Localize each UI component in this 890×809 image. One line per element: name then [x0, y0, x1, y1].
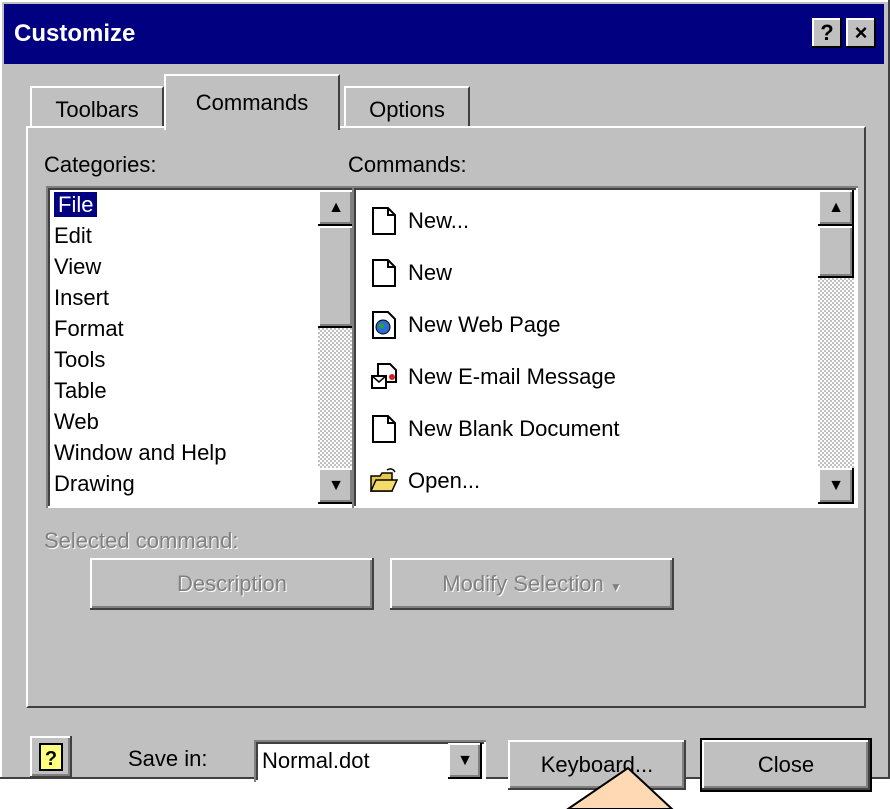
help-title-button[interactable]: ?	[812, 18, 842, 48]
command-item-new-dialog[interactable]: New...	[360, 202, 810, 240]
commands-label: Commands:	[348, 152, 467, 177]
scroll-thumb[interactable]	[318, 226, 354, 328]
tab-options-label: Options	[369, 97, 445, 122]
category-item-insert[interactable]: Insert	[54, 283, 109, 313]
selected-command-label: Selected command:	[44, 528, 239, 553]
callout-pointer	[566, 766, 674, 809]
blank-document-icon	[372, 259, 396, 287]
help-button[interactable]: ?	[30, 736, 72, 778]
save-in-label: Save in:	[128, 746, 208, 771]
web-page-icon	[372, 311, 396, 339]
scroll-up-button[interactable]: ▲	[318, 190, 354, 226]
close-title-button[interactable]: ×	[846, 18, 876, 48]
open-folder-icon	[370, 468, 398, 492]
dropdown-arrow-icon: ▼	[609, 580, 622, 594]
category-item-web[interactable]: Web	[54, 407, 99, 437]
command-label: New Web Page	[408, 312, 561, 337]
category-item-view[interactable]: View	[54, 252, 101, 282]
command-item-new[interactable]: New	[360, 254, 810, 292]
command-item-open[interactable]: Open...	[360, 462, 810, 500]
command-label: Open...	[408, 468, 481, 493]
category-item-window-and-help[interactable]: Window and Help	[54, 438, 226, 468]
save-in-select[interactable]: Normal.dot ▼	[254, 740, 486, 782]
command-label: New	[408, 260, 453, 285]
scroll-thumb[interactable]	[818, 226, 854, 278]
categories-label: Categories:	[44, 152, 157, 177]
command-item-new-web-page[interactable]: New Web Page	[360, 306, 810, 344]
email-message-icon	[371, 363, 397, 389]
commands-tab-panel: Categories: Commands: File Edit View Ins…	[26, 126, 866, 708]
commands-scrollbar[interactable]: ▲ ▼	[818, 190, 854, 504]
tab-toolbars-label: Toolbars	[55, 97, 139, 122]
svg-text:?: ?	[45, 748, 57, 770]
command-label: New...	[408, 208, 470, 233]
description-button-label: Description	[176, 571, 288, 596]
scroll-down-button[interactable]: ▼	[818, 468, 854, 504]
command-label: New E-mail Message	[408, 364, 616, 389]
customize-dialog: Customize ? × Toolbars Commands Options …	[0, 0, 890, 792]
save-in-value: Normal.dot	[262, 748, 370, 773]
command-item-new-blank-document[interactable]: New Blank Document	[360, 410, 810, 448]
blank-document-icon	[372, 415, 396, 443]
help-icon: ?	[39, 743, 63, 771]
tab-commands[interactable]: Commands	[164, 74, 340, 130]
category-item-table[interactable]: Table	[54, 376, 107, 406]
close-button[interactable]: Close	[700, 738, 872, 792]
close-button-label: Close	[757, 752, 815, 777]
scroll-up-button[interactable]: ▲	[818, 190, 854, 226]
category-item-drawing[interactable]: Drawing	[54, 469, 135, 499]
category-item-tools[interactable]: Tools	[54, 345, 105, 375]
scroll-down-button[interactable]: ▼	[318, 468, 354, 504]
categories-list[interactable]: File Edit View Insert Format Tools Table…	[46, 186, 360, 508]
categories-scrollbar[interactable]: ▲ ▼	[318, 190, 354, 504]
category-item-format[interactable]: Format	[54, 314, 124, 344]
title-bar[interactable]: Customize ? ×	[4, 4, 884, 64]
modify-selection-button[interactable]: Modify Selection ▼	[390, 558, 674, 610]
category-item-file[interactable]: File	[52, 190, 99, 220]
command-label: New Blank Document	[408, 416, 620, 441]
tab-toolbars[interactable]: Toolbars	[30, 86, 164, 128]
modify-selection-label: Modify Selection	[442, 571, 604, 596]
category-item-label: File	[52, 191, 99, 218]
description-button[interactable]: Description	[90, 558, 374, 610]
command-item-new-email-message[interactable]: New E-mail Message	[360, 358, 810, 396]
tab-commands-label: Commands	[195, 90, 309, 115]
window-title: Customize	[14, 20, 136, 47]
category-item-edit[interactable]: Edit	[54, 221, 92, 251]
chevron-down-icon[interactable]: ▼	[448, 743, 482, 779]
tab-options[interactable]: Options	[344, 86, 470, 128]
blank-document-icon	[372, 207, 396, 235]
commands-list[interactable]: New... New New Web Page New E-mail Messa…	[352, 186, 858, 508]
